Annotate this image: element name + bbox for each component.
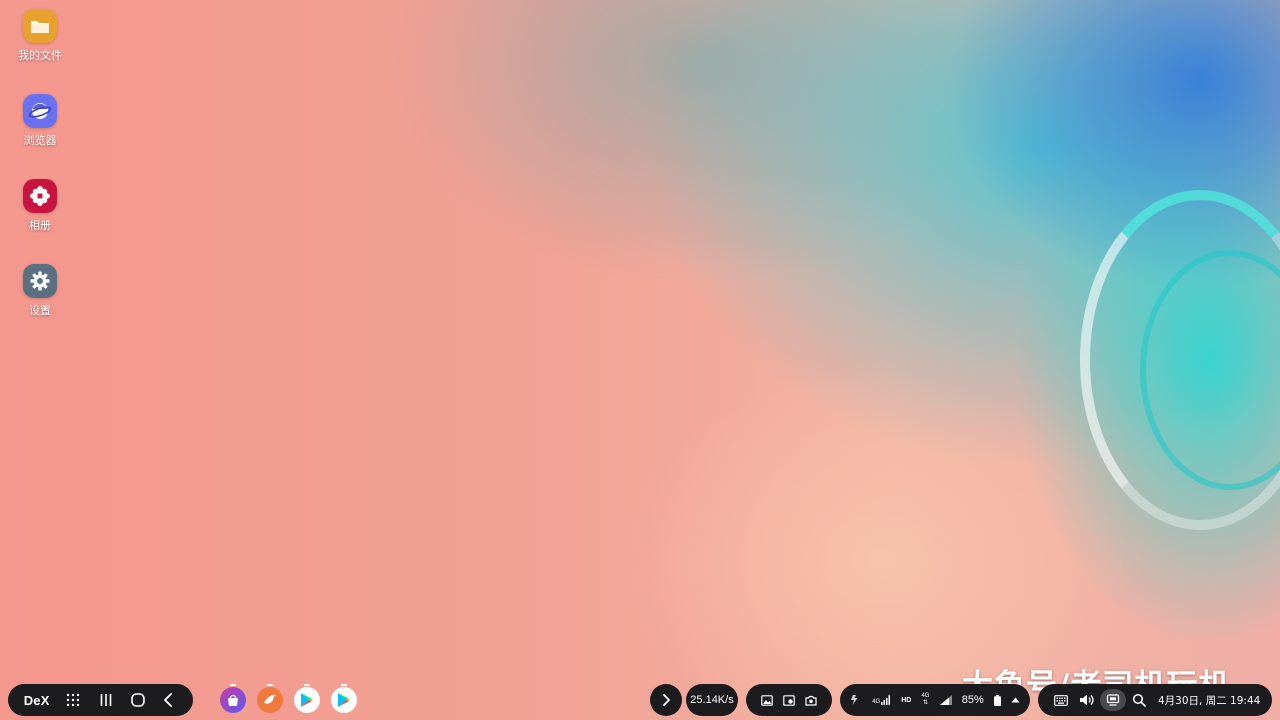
desktop-icon-label: 相册 bbox=[29, 219, 51, 232]
desktop-icon-gallery[interactable]: 相册 bbox=[10, 179, 70, 233]
network-speed-text: 25.14K/s bbox=[690, 694, 734, 706]
battery-percent: 85% bbox=[961, 694, 984, 706]
system-tray: 4月30日, 周二 19:44 bbox=[1038, 684, 1272, 716]
apps-grid-icon[interactable] bbox=[55, 684, 90, 716]
play-store-icon[interactable] bbox=[294, 684, 320, 713]
hd-voice-icon: HD bbox=[901, 696, 912, 704]
wifi-calling-icon bbox=[850, 694, 862, 706]
signal-4g-icon: 4G bbox=[872, 695, 891, 705]
taskbar-nav: DeX bbox=[8, 684, 193, 716]
keyboard-icon[interactable] bbox=[1048, 694, 1074, 706]
expand-tray-button[interactable] bbox=[650, 684, 682, 716]
chevron-right-icon bbox=[661, 693, 671, 707]
data-4g-icon: 4G ⇅ bbox=[921, 693, 930, 706]
status-bar[interactable]: 4G HD 4G ⇅ 85% bbox=[840, 684, 1030, 716]
desktop-icon-my-files[interactable]: 我的文件 bbox=[10, 9, 70, 63]
screen-cast-icon[interactable] bbox=[1100, 689, 1126, 711]
browser-icon bbox=[23, 94, 57, 128]
signal-bars-icon bbox=[939, 695, 952, 705]
desktop-icon-label: 设置 bbox=[29, 304, 51, 317]
desktop-icon-settings[interactable]: 设置 bbox=[10, 264, 70, 318]
back-icon[interactable] bbox=[154, 684, 183, 716]
wallpaper-swirl bbox=[1080, 190, 1280, 530]
image-icon[interactable] bbox=[761, 694, 773, 706]
search-icon[interactable] bbox=[1126, 693, 1152, 707]
battery-icon bbox=[993, 694, 1001, 706]
play-store-icon[interactable] bbox=[331, 684, 357, 713]
recents-icon[interactable] bbox=[91, 684, 122, 716]
camera-icon[interactable] bbox=[805, 695, 817, 706]
bird-app-icon[interactable] bbox=[257, 684, 283, 713]
dex-button[interactable]: DeX bbox=[18, 684, 55, 716]
network-speed: 25.14K/s bbox=[686, 684, 738, 716]
pinned-apps bbox=[220, 684, 368, 716]
galaxy-store-icon[interactable] bbox=[220, 684, 246, 713]
desktop-icon-browser[interactable]: 浏览器 bbox=[10, 94, 70, 148]
folder-icon bbox=[23, 9, 57, 43]
desktop-icon-label: 我的文件 bbox=[18, 49, 62, 62]
screen-record-icon[interactable] bbox=[783, 694, 795, 706]
clock-datetime[interactable]: 4月30日, 周二 19:44 bbox=[1158, 693, 1260, 708]
notification-icons[interactable] bbox=[746, 684, 832, 716]
gear-icon bbox=[23, 264, 57, 298]
wallpaper-swirl-inner bbox=[1140, 250, 1280, 490]
gallery-icon bbox=[23, 179, 57, 213]
caret-up-icon[interactable] bbox=[1011, 697, 1020, 703]
desktop-icon-label: 浏览器 bbox=[23, 134, 57, 147]
volume-icon[interactable] bbox=[1074, 693, 1100, 707]
home-icon[interactable] bbox=[122, 684, 153, 716]
